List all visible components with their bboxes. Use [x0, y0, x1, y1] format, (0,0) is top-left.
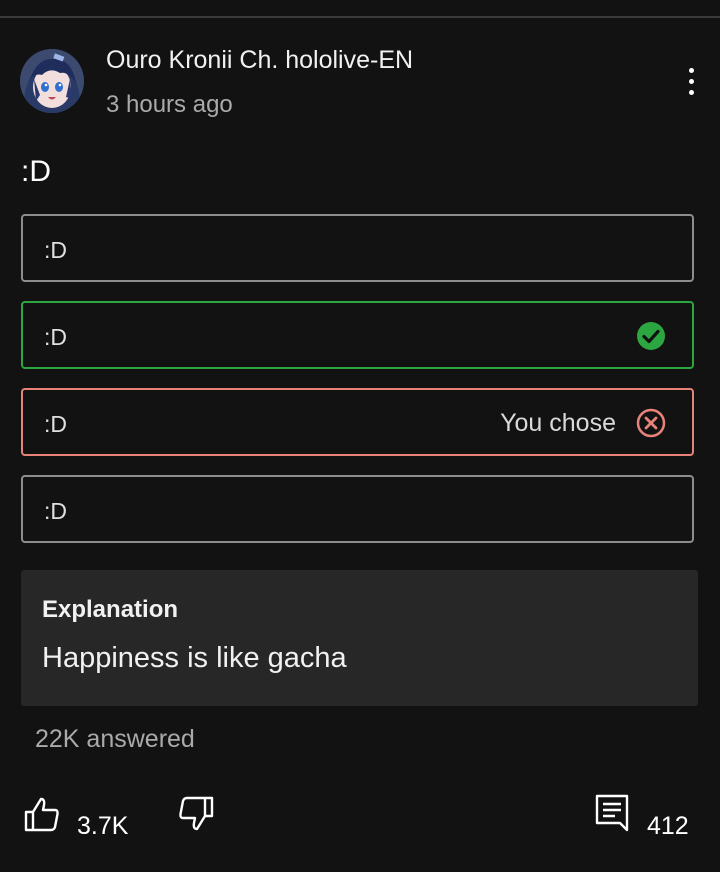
quiz-option-3-chosen[interactable]: :D You chose	[21, 388, 694, 456]
thumb-up-icon	[24, 797, 59, 832]
check-circle-icon	[637, 322, 665, 350]
more-vert-icon[interactable]	[676, 60, 706, 104]
comment-icon	[595, 794, 629, 832]
channel-name[interactable]: Ouro Kronii Ch. hololive-EN	[106, 46, 413, 75]
thumb-down-icon	[179, 796, 214, 831]
explanation-text: Happiness is like gacha	[42, 642, 347, 674]
quiz-option-2-correct[interactable]: :D	[21, 301, 694, 369]
post-text: :D	[21, 155, 51, 188]
post-time: 3 hours ago	[106, 91, 233, 118]
post-header: Ouro Kronii Ch. hololive-EN 3 hours ago	[0, 0, 720, 140]
explanation-title: Explanation	[42, 596, 179, 623]
menu-dot	[689, 79, 694, 84]
dislike-button[interactable]	[176, 792, 220, 842]
option-label: :D	[44, 237, 67, 263]
channel-avatar[interactable]	[20, 49, 84, 113]
option-label: :D	[44, 411, 67, 437]
action-bar: 3.7K 412	[0, 780, 720, 850]
you-chose-label: You chose	[500, 409, 616, 437]
quiz-option-1[interactable]: :D	[21, 214, 694, 282]
option-label: :D	[44, 498, 67, 524]
menu-dot	[689, 68, 694, 73]
avatar-illustration	[20, 49, 84, 113]
like-count: 3.7K	[77, 812, 129, 840]
explanation-panel: Explanation Happiness is like gacha	[21, 570, 698, 706]
like-button[interactable]: 3.7K	[22, 792, 142, 842]
option-label: :D	[44, 324, 67, 350]
comment-count: 412	[647, 812, 689, 840]
close-circle-icon	[636, 408, 666, 438]
menu-dot	[689, 90, 694, 95]
comments-button[interactable]: 412	[592, 790, 702, 842]
quiz-option-4[interactable]: :D	[21, 475, 694, 543]
answered-count: 22K answered	[35, 725, 195, 753]
